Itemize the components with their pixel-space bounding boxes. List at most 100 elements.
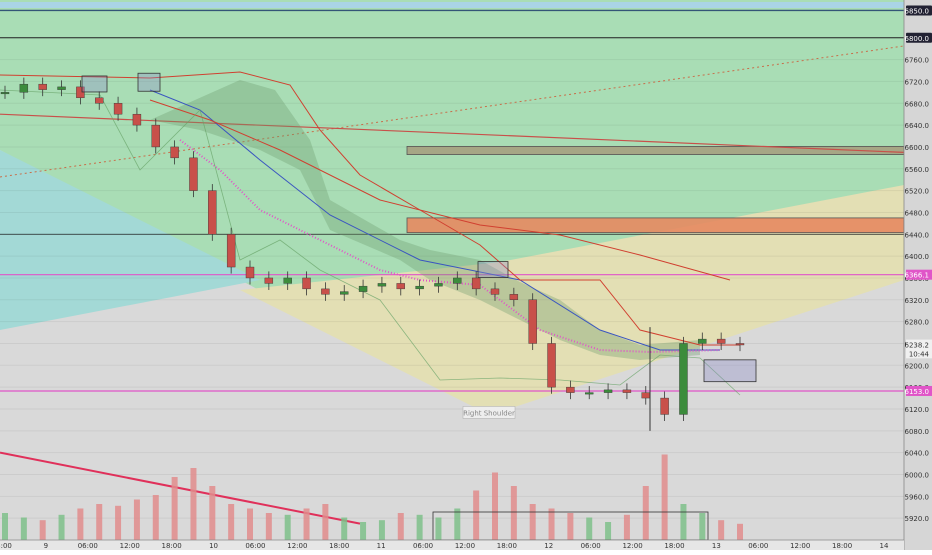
volume-bar (171, 477, 178, 540)
candle-body[interactable] (95, 97, 104, 104)
volume-bar (77, 508, 84, 540)
candle-body[interactable] (0, 92, 10, 95)
time-tick-label: 06:00 (78, 542, 98, 550)
candle-body[interactable] (660, 397, 669, 415)
consolidation-box[interactable] (703, 359, 757, 383)
candle-body[interactable] (603, 389, 613, 393)
candle-body[interactable] (547, 343, 556, 388)
price-tick-label: 6720.0 (905, 78, 930, 86)
price-tick-label: 6760.0 (905, 57, 930, 65)
candle-body[interactable] (19, 83, 29, 93)
volume-bar (435, 517, 442, 540)
volume-bar (642, 486, 649, 540)
candle-body[interactable] (264, 277, 274, 284)
candle-body[interactable] (340, 291, 349, 295)
price-tick-label: 6850.0 (905, 7, 930, 15)
candle-body[interactable] (283, 277, 292, 284)
candle-body[interactable] (189, 157, 198, 191)
candle-body[interactable] (415, 285, 424, 290)
volume-bar (623, 514, 630, 540)
candle-body[interactable] (698, 338, 707, 344)
candle-body[interactable] (208, 190, 217, 235)
volume-bar (473, 490, 480, 540)
price-tag-label: 6366.1 (905, 272, 930, 280)
price-tick-label: 5960.0 (905, 493, 930, 501)
time-tick-label: 8:00 (0, 542, 12, 550)
volume-bar (133, 499, 140, 540)
price-tick-label: 6480.0 (905, 209, 930, 217)
candle-body[interactable] (132, 113, 142, 126)
volume-bar (96, 504, 103, 540)
volume-bar (115, 505, 122, 540)
volume-bar (567, 513, 574, 540)
time-tick-label: 18:00 (832, 542, 852, 550)
candle-body[interactable] (377, 283, 387, 287)
candle-body[interactable] (302, 277, 311, 290)
candle-body[interactable] (321, 288, 330, 295)
volume-bar (360, 522, 367, 540)
volume-bar (341, 517, 348, 540)
volume-bar (454, 508, 461, 540)
candle-body[interactable] (245, 266, 255, 279)
time-tick-label: 11 (377, 542, 386, 550)
candle-body[interactable] (585, 392, 594, 395)
volume-bar (265, 513, 272, 540)
candle-body[interactable] (735, 343, 745, 346)
time-tick-label: 06:00 (748, 542, 768, 550)
candle-body[interactable] (453, 277, 462, 284)
time-tick-label: 06:00 (413, 542, 433, 550)
candle-body[interactable] (509, 294, 519, 300)
top-band (0, 2, 904, 8)
left-box-2[interactable] (81, 75, 108, 93)
volume-bar (510, 486, 517, 540)
candle-body[interactable] (170, 146, 179, 159)
candle-body[interactable] (358, 285, 368, 292)
time-tick-label: 06:00 (581, 542, 601, 550)
price-tick-label: 6200.0 (905, 362, 930, 370)
candle-body[interactable] (622, 389, 632, 393)
candle-body[interactable] (113, 103, 123, 115)
candlestick-chart[interactable]: Right Shoulder 6850.0 6800.0 6760.0 6720.0 66… (0, 0, 932, 550)
shoulder-box[interactable] (477, 261, 509, 278)
price-tag-label: 10:44 (909, 350, 930, 358)
annotation-right-shoulder: Right Shoulder (463, 409, 515, 417)
left-box[interactable] (137, 72, 161, 92)
volume-bar (680, 504, 687, 540)
time-tick-label: 18:00 (497, 542, 517, 550)
price-tick-label: 6080.0 (905, 428, 930, 436)
time-tick-label: 12:00 (455, 542, 475, 550)
volume-bar (190, 468, 197, 540)
price-tick-label: 6640.0 (905, 122, 930, 130)
chart-stage[interactable]: Right Shoulder 6850.0 6800.0 6760.0 6720.0 66… (0, 0, 932, 550)
candle-body[interactable] (679, 343, 688, 415)
candle-body[interactable] (396, 283, 405, 290)
candle-body[interactable] (57, 86, 66, 90)
candle-body[interactable] (226, 234, 236, 268)
candle-body[interactable] (528, 299, 537, 344)
time-tick-label: 12:00 (287, 542, 307, 550)
volume-bar (284, 514, 291, 540)
price-tick-label: 5920.0 (905, 515, 930, 523)
candle-body[interactable] (151, 124, 160, 148)
volume-bar (2, 513, 8, 540)
volume-bar (492, 472, 498, 540)
candle-body[interactable] (641, 392, 650, 399)
candle-body[interactable] (566, 386, 575, 393)
time-tick-label: 12:00 (622, 542, 642, 550)
price-tick-label: 6800.0 (905, 35, 930, 43)
price-tick-label: 6120.0 (905, 406, 930, 414)
candle-body[interactable] (490, 288, 500, 295)
candle-body[interactable] (434, 283, 443, 287)
upper-resistance-box (406, 145, 905, 155)
volume-bar (228, 504, 235, 540)
time-tick-label: 12:00 (120, 542, 140, 550)
volume-bar (58, 514, 65, 540)
volume-bar (699, 513, 706, 540)
candle-body[interactable] (716, 338, 726, 344)
price-tick-label: 6600.0 (905, 144, 930, 152)
candle-body[interactable] (471, 277, 481, 290)
candle-body[interactable] (38, 83, 47, 90)
time-tick-label: 06:00 (245, 542, 265, 550)
time-tick-label: 9 (44, 542, 48, 550)
volume-bar (209, 486, 216, 540)
